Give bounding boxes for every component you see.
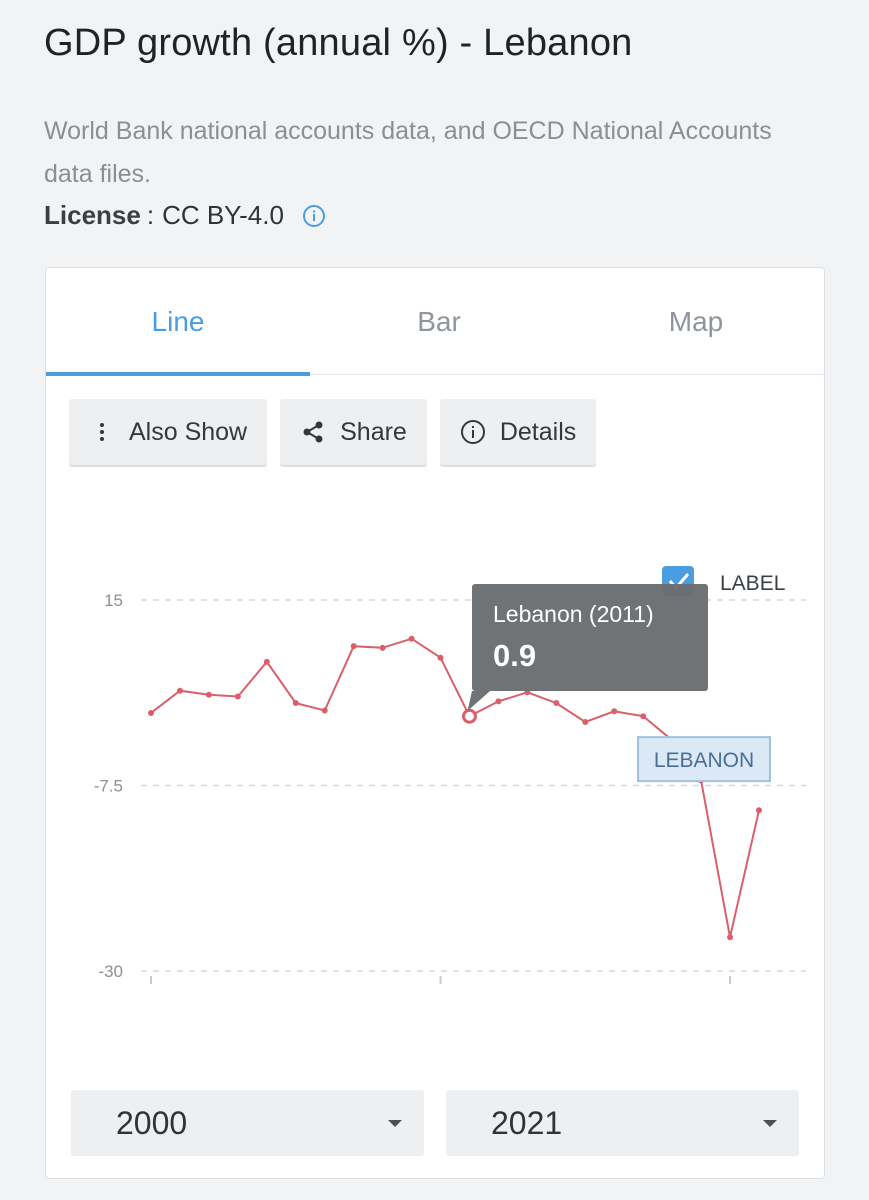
data-point — [611, 708, 618, 715]
data-point — [234, 693, 241, 700]
start-year-select[interactable]: 2000 — [71, 1090, 424, 1156]
y-tick-label: 15 — [104, 591, 123, 610]
data-point — [263, 658, 270, 665]
chart-toolbar: Also Show Share Details — [69, 399, 597, 465]
end-year-select[interactable]: 2021 — [446, 1090, 799, 1156]
more-vertical-icon — [89, 419, 115, 445]
share-icon — [300, 419, 326, 445]
data-point-highlighted — [461, 708, 477, 724]
data-point — [495, 698, 502, 705]
tab-map[interactable]: Map — [568, 268, 824, 375]
data-point — [148, 709, 154, 716]
y-tick-label: -30 — [98, 962, 123, 981]
tab-line[interactable]: Line — [46, 268, 310, 376]
data-point — [205, 691, 212, 698]
data-point — [437, 654, 444, 661]
series-label: LEBANON — [654, 749, 754, 772]
page-title: GDP growth (annual %) - Lebanon — [44, 22, 633, 64]
data-point — [727, 934, 734, 941]
details-label: Details — [499, 417, 577, 446]
info-icon[interactable] — [302, 204, 326, 228]
license-value: CC BY-4.0 — [162, 200, 284, 230]
details-button[interactable]: Details — [439, 399, 597, 465]
data-point — [176, 687, 183, 694]
line-chart: 15 -7.5 -30 LEBANON LABEL Lebanon (2011) 0.9 — [94, 566, 806, 984]
chart-card: Line Bar Map Also Show Share Details 15 -… — [45, 267, 825, 1179]
end-year-value: 2021 — [491, 1104, 563, 1141]
share-label: Share — [340, 417, 407, 446]
data-point — [640, 713, 647, 720]
start-year-value: 2000 — [116, 1104, 188, 1141]
tab-bar[interactable]: Bar — [310, 268, 568, 375]
tooltip-title: Lebanon (2011) — [493, 601, 654, 627]
data-point — [350, 643, 357, 650]
source-text: World Bank national accounts data, and O… — [44, 117, 772, 188]
license-label: License — [44, 200, 141, 230]
data-point — [756, 807, 762, 814]
chevron-down-icon — [388, 1119, 402, 1127]
data-point — [553, 700, 560, 707]
tooltip-value: 0.9 — [493, 638, 536, 673]
share-button[interactable]: Share — [280, 399, 427, 465]
view-tabs: Line Bar Map — [46, 268, 824, 376]
data-point — [292, 700, 299, 707]
license-row: License : CC BY-4.0 — [44, 200, 326, 231]
chevron-down-icon — [763, 1119, 777, 1127]
label-toggle-text: LABEL — [720, 572, 785, 595]
license-separator: : — [146, 200, 155, 230]
data-point — [321, 707, 328, 714]
y-tick-label: -7.5 — [94, 777, 123, 796]
data-point — [408, 635, 415, 642]
data-point — [582, 719, 589, 726]
also-show-label: Also Show — [129, 417, 248, 446]
also-show-button[interactable]: Also Show — [69, 399, 268, 465]
data-point — [379, 644, 386, 651]
year-range: 2000 2021 — [71, 1090, 799, 1156]
info-circle-icon — [460, 419, 486, 445]
